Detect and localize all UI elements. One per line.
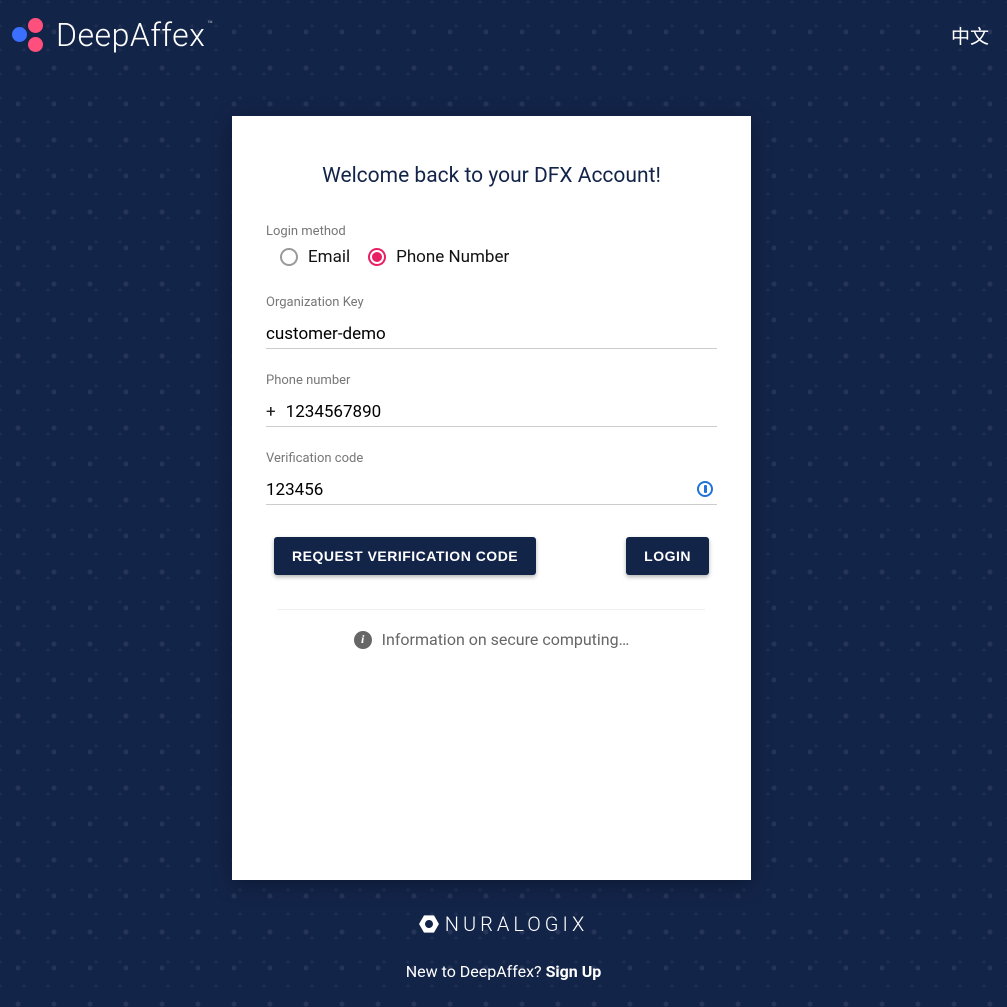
request-code-button[interactable]: REQUEST VERIFICATION CODE: [274, 537, 536, 575]
company-name: nuraLOGIX: [445, 912, 588, 936]
verif-group: Verification code: [266, 451, 717, 505]
verif-label: Verification code: [266, 451, 717, 466]
phone-label: Phone number: [266, 373, 717, 388]
brand-logo: DeepAffex™: [8, 15, 211, 55]
info-row[interactable]: i Information on secure computing…: [266, 630, 717, 649]
radio-unchecked-icon: [280, 248, 298, 266]
brand-logo-icon: [8, 15, 48, 55]
footer-signup-text: New to DeepAffex? Sign Up: [0, 962, 1007, 981]
company-logo: nuraLOGIX: [419, 912, 588, 936]
trademark: ™: [207, 20, 213, 30]
signup-link[interactable]: Sign Up: [546, 962, 602, 981]
login-button[interactable]: LOGIN: [626, 537, 709, 575]
password-manager-icon[interactable]: [697, 481, 713, 497]
footer: nuraLOGIX New to DeepAffex? Sign Up: [0, 912, 1007, 981]
org-key-label: Organization Key: [266, 295, 717, 310]
radio-phone-label: Phone Number: [396, 247, 509, 267]
divider: [278, 609, 705, 610]
org-key-input[interactable]: [266, 318, 717, 349]
info-icon: i: [354, 631, 372, 649]
login-card: Welcome back to your DFX Account! Login …: [232, 116, 751, 880]
org-key-group: Organization Key: [266, 295, 717, 349]
brand-logo-text: DeepAffex™: [56, 16, 211, 54]
phone-input[interactable]: [286, 396, 717, 426]
brand-name: DeepAffex: [56, 16, 205, 54]
radio-email-label: Email: [308, 247, 350, 267]
page-title: Welcome back to your DFX Account!: [266, 164, 717, 188]
verif-input-row: [266, 474, 717, 505]
verif-input[interactable]: [266, 474, 697, 504]
header: DeepAffex™ 中文: [0, 0, 1007, 60]
login-method-radios: Email Phone Number: [266, 247, 717, 267]
phone-group: Phone number +: [266, 373, 717, 427]
language-switch[interactable]: 中文: [951, 22, 989, 49]
radio-checked-icon: [368, 248, 386, 266]
login-method-label: Login method: [266, 224, 717, 239]
company-logo-icon: [415, 910, 442, 937]
button-row: REQUEST VERIFICATION CODE LOGIN: [266, 537, 717, 575]
phone-input-row: +: [266, 396, 717, 427]
radio-email[interactable]: Email: [280, 247, 350, 267]
radio-phone[interactable]: Phone Number: [368, 247, 509, 267]
phone-prefix: +: [266, 396, 286, 426]
info-text: Information on secure computing…: [382, 630, 630, 649]
footer-prefix: New to DeepAffex?: [406, 962, 546, 981]
